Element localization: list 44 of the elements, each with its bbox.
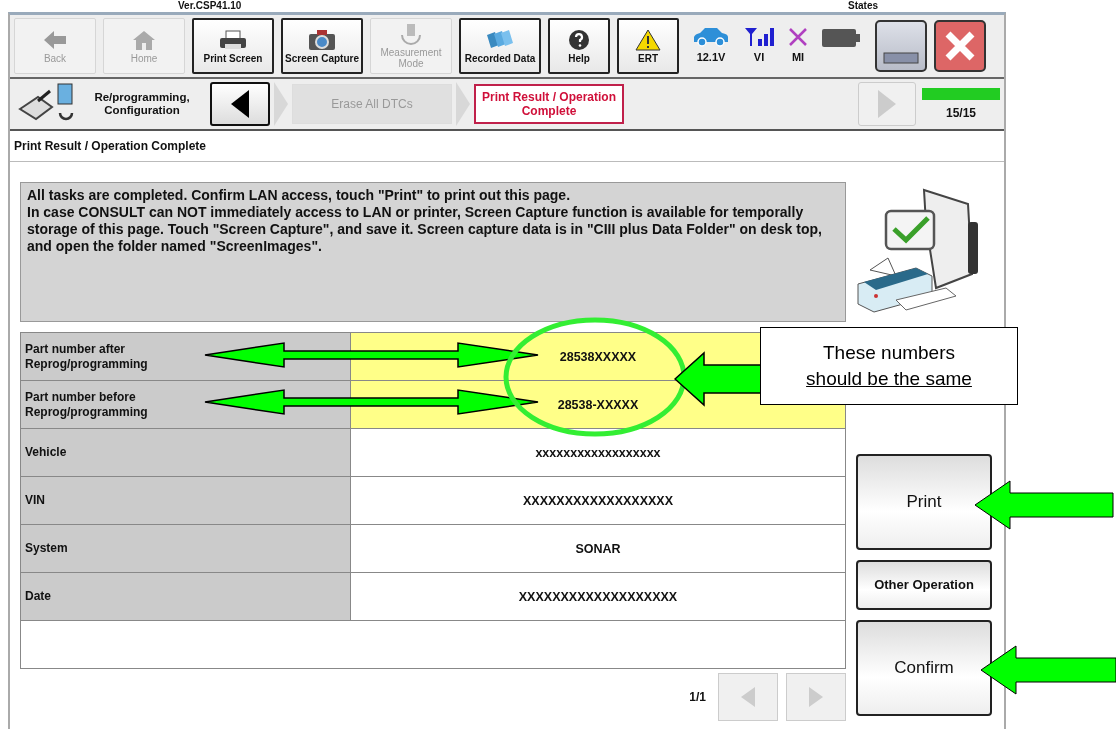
step-tab[interactable]: Print Result / Operation Complete [474, 84, 624, 124]
toolbar-button[interactable]: Recorded Data [459, 18, 541, 74]
camera-icon [307, 28, 337, 51]
help-icon [568, 28, 590, 51]
left-triangle-icon [229, 89, 251, 119]
toolbar-button[interactable]: Print Screen [192, 18, 274, 74]
battery-icon [822, 29, 860, 47]
car-icon [692, 27, 730, 47]
progress-reading: 15/15 [946, 106, 976, 120]
row-label-cell: Vehicle [21, 429, 351, 476]
minimize-icon [883, 52, 919, 64]
gauge-icon [398, 23, 424, 45]
operation-button[interactable]: Other Operation [856, 560, 992, 610]
row-label-cell: System [21, 525, 351, 572]
warning-icon [635, 28, 661, 51]
back-arrow-icon [42, 28, 68, 51]
action-button[interactable]: Confirm [856, 620, 992, 716]
printer-icon [218, 28, 248, 51]
indicator-label: 12.1V [696, 51, 726, 63]
page-title: Print Result / Operation Complete [10, 131, 1004, 162]
indicator-label: VI [753, 51, 765, 63]
signal-icon [744, 27, 774, 47]
row-label-cell: Date [21, 573, 351, 620]
right-triangle-icon [876, 89, 898, 119]
cross-icon [788, 27, 808, 47]
left-triangle-icon [740, 686, 756, 708]
close-icon [944, 30, 976, 62]
indicator-label: MI [791, 51, 805, 63]
close-button[interactable] [934, 20, 986, 72]
toolbar-button[interactable]: Screen Capture [281, 18, 363, 74]
folders-icon [485, 28, 515, 51]
states-label: States [848, 0, 878, 12]
row-label-cell: VIN [21, 477, 351, 524]
section-label: Re/programming, Configuration [93, 91, 191, 117]
page-indicator: 1/1 [689, 690, 706, 704]
minimize-button[interactable] [875, 20, 927, 72]
house-icon [131, 28, 157, 51]
right-triangle-icon [808, 686, 824, 708]
action-button[interactable]: Print [856, 454, 992, 550]
back-button[interactable] [210, 82, 270, 126]
version-label: Ver.CSP41.10 [178, 0, 242, 12]
toolbar-button[interactable]: Help [548, 18, 610, 74]
toolbar-button[interactable]: ERT [617, 18, 679, 74]
message-text: All tasks are completed. Confirm LAN access, touch "Print" to print out this page. In case CONSULT can NOT immediately access to LAN or printer, Screen Capture function is available for temporally storage of this page. Touch "Screen Capture", and save it. Screen capture data is in "CIII plus Data Folder" on desk top, and open the folder named "ScreenImages". [20, 182, 846, 322]
